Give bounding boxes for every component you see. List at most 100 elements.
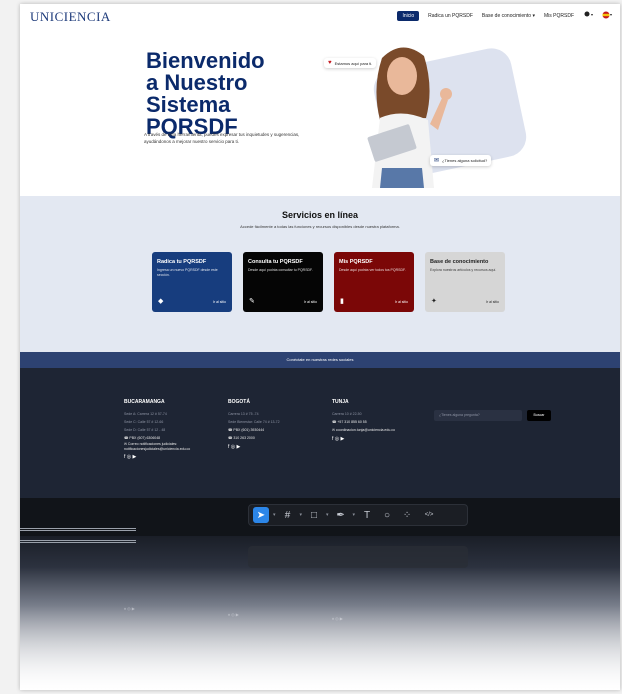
edit-icon: ✎ — [249, 298, 255, 305]
scroll-strip — [20, 540, 136, 543]
footer-heading: TUNJA — [332, 399, 349, 405]
card-title: Radica tu PQRSDF — [157, 259, 207, 265]
footer-heading: BOGOTÁ — [228, 399, 250, 405]
footer-address: Carrera 13 # 75 -74 — [228, 412, 259, 416]
hero-title-line: a Nuestro — [146, 70, 248, 95]
card-title: Base de conocimiento — [430, 259, 489, 265]
chevron-down-icon: ▾ — [532, 13, 535, 19]
uniciencia-logo[interactable]: UNICIENCIA — [30, 9, 111, 25]
instagram-icon[interactable]: ◎ — [231, 444, 235, 450]
footer-col-bucaramanga: BUCARAMANGA Sede A: Carrera 12 # 57-74 S… — [124, 398, 224, 461]
bulb-icon: ✦ — [431, 298, 437, 305]
footer-heading: BUCARAMANGA — [124, 399, 165, 405]
card-base-conocimiento[interactable]: Base de conocimiento Explora nuestros ar… — [425, 252, 505, 312]
phone-icon: ☎ — [228, 428, 233, 432]
services-title: Servicios en línea — [281, 210, 359, 220]
scroll-strip — [20, 528, 136, 531]
request-chip-text: ¿Tienes alguna solicitud? — [442, 158, 488, 163]
chevron-down-icon[interactable]: ▾ — [273, 512, 276, 518]
document-icon: ▮ — [340, 298, 344, 305]
footer-address: Sede Bienestar: Calle 74 # 13-72 — [228, 420, 280, 424]
card-link[interactable]: Ir al sitio — [395, 300, 408, 304]
footer-social-icons: f ◎ ▶ — [332, 435, 428, 443]
card-link[interactable]: Ir al sitio — [213, 300, 226, 304]
card-link[interactable]: Ir al sitio — [486, 300, 499, 304]
phone-icon: ☎ — [332, 420, 337, 424]
card-mis-pqrsdf[interactable]: Mis PQRSDF Desde aquí podrás ver todos t… — [334, 252, 414, 312]
footer-social-icons: f ◎ ▶ — [124, 453, 224, 461]
design-toolbar: ➤ ▾ # ▾ □ ▾ ✒ ▾ T ○ ⁘ </> — [248, 504, 468, 526]
mail-icon: ✉ — [124, 442, 127, 446]
flag-icon — [602, 11, 612, 19]
search-button[interactable]: Buscar — [527, 410, 551, 421]
nav-link-base-conocimiento[interactable]: Base de conocimiento ▾ — [482, 13, 535, 19]
heart-icon: ♥ — [328, 60, 332, 66]
support-chip-text: Estamos aquí para ti. — [334, 60, 373, 66]
youtube-icon[interactable]: ▶ — [341, 436, 345, 442]
facebook-icon[interactable]: f — [228, 444, 229, 450]
facebook-icon[interactable]: f — [332, 436, 333, 442]
top-navbar: UNICIENCIA Inicio Radica un PQRSDF Base … — [20, 4, 620, 28]
footer-phone[interactable]: PBX (607) 6306048 — [129, 436, 160, 440]
instagram-icon[interactable]: ◎ — [335, 436, 339, 442]
nav-link-radica[interactable]: Radica un PQRSDF — [428, 13, 473, 19]
card-description: Desde aquí podrás ver todos tus PQRSDF. — [339, 268, 406, 272]
services-subtitle: Accede fácilmente a todas las funciones … — [240, 224, 400, 229]
components-tool-icon[interactable]: ⁘ — [399, 507, 415, 523]
footer-phone[interactable]: 310 263 2000 — [233, 436, 254, 440]
hero-description: A través de esta herramienta, puedes exp… — [144, 132, 300, 144]
card-consulta-pqrsdf[interactable]: Consulta tu PQRSDF Desde aquí podrás con… — [243, 252, 323, 312]
reflection-area: ♦ ◎ ▶ ♦ ◎ ▶ ♦ ◎ ▶ — [20, 536, 620, 690]
card-title: Mis PQRSDF — [339, 259, 373, 265]
social-networks-band: Conéctate en nuestras redes sociales — [20, 352, 620, 368]
card-description: Ingresa un nuevo PQRSDF desde este secci… — [157, 268, 218, 277]
code-view-icon[interactable]: </> — [419, 507, 439, 523]
pointer-tool-icon[interactable]: ➤ — [253, 507, 269, 523]
nav-link-base-label: Base de conocimiento — [481, 13, 532, 19]
nav-links: Inicio Radica un PQRSDF Base de conocimi… — [397, 11, 612, 21]
user-icon — [584, 11, 593, 17]
mail-icon: ✉ — [434, 158, 440, 164]
hero-title-line: Bienvenido — [146, 48, 265, 73]
footer: BUCARAMANGA Sede A: Carrera 12 # 57-74 S… — [20, 368, 620, 498]
footer-col-bogota: BOGOTÁ Carrera 13 # 75 -74 Sede Bienesta… — [228, 398, 318, 451]
browser-page: UNICIENCIA Inicio Radica un PQRSDF Base … — [20, 4, 620, 690]
footer-email[interactable]: coordinacion.tunja@uniciencia.edu.co — [336, 428, 395, 432]
footer-address: Carrera 10 # 22-50 — [332, 412, 362, 416]
chevron-down-icon[interactable]: ▾ — [300, 512, 303, 518]
user-account-menu[interactable] — [583, 11, 593, 21]
youtube-icon[interactable]: ▶ — [133, 454, 137, 460]
youtube-icon[interactable]: ▶ — [237, 444, 241, 450]
footer-email[interactable]: Correo notificaciones judiciales: notifi… — [124, 442, 190, 451]
card-description: Explora nuestros artículos y recursos aq… — [430, 268, 497, 272]
text-tool-icon[interactable]: T — [359, 507, 375, 523]
footer-phone[interactable]: +57 310 855 60 55 — [337, 420, 366, 424]
reflection-fade — [20, 536, 620, 690]
question-input[interactable]: ¿Tienes alguna pregunta? — [434, 410, 522, 421]
footer-social-icons: f ◎ ▶ — [228, 443, 318, 451]
facebook-icon[interactable]: f — [124, 454, 125, 460]
instagram-icon[interactable]: ◎ — [127, 454, 131, 460]
chevron-down-icon[interactable]: ▾ — [353, 512, 356, 518]
comment-tool-icon[interactable]: ○ — [379, 507, 395, 523]
nav-link-inicio[interactable]: Inicio — [397, 11, 420, 21]
pen-tool-icon[interactable]: ✒ — [333, 507, 349, 523]
footer-address: Sede A: Carrera 12 # 57-74 — [124, 412, 167, 416]
mail-icon: ✉ — [332, 428, 335, 432]
chevron-down-icon[interactable]: ▾ — [326, 512, 329, 518]
card-title: Consulta tu PQRSDF — [248, 259, 303, 265]
footer-col-tunja: TUNJA Carrera 10 # 22-50 ☎ +57 310 855 6… — [332, 398, 428, 443]
nav-link-mis-pqrsdf[interactable]: Mis PQRSDF — [544, 13, 574, 19]
hero-section: Bienvenido a Nuestro Sistema PQRSDF A tr… — [20, 28, 620, 196]
rectangle-tool-icon[interactable]: □ — [306, 507, 322, 523]
frame-tool-icon[interactable]: # — [280, 507, 296, 523]
footer-phone[interactable]: PBX (601) 3930444 — [233, 428, 264, 432]
language-selector[interactable] — [602, 11, 612, 21]
services-section: Servicios en línea Accede fácilmente a t… — [20, 196, 620, 352]
card-link[interactable]: Ir al sitio — [304, 300, 317, 304]
footer-address: Sede D: Calle 57 # 12 - 48 — [124, 428, 166, 432]
phone-icon: ☎ — [124, 436, 129, 440]
card-radica-pqrsdf[interactable]: Radica tu PQRSDF Ingresa un nuevo PQRSDF… — [152, 252, 232, 312]
request-chip: ✉ ¿Tienes alguna solicitud? — [430, 155, 492, 166]
card-description: Desde aquí podrás consultar tu PQRSDF. — [248, 268, 313, 272]
